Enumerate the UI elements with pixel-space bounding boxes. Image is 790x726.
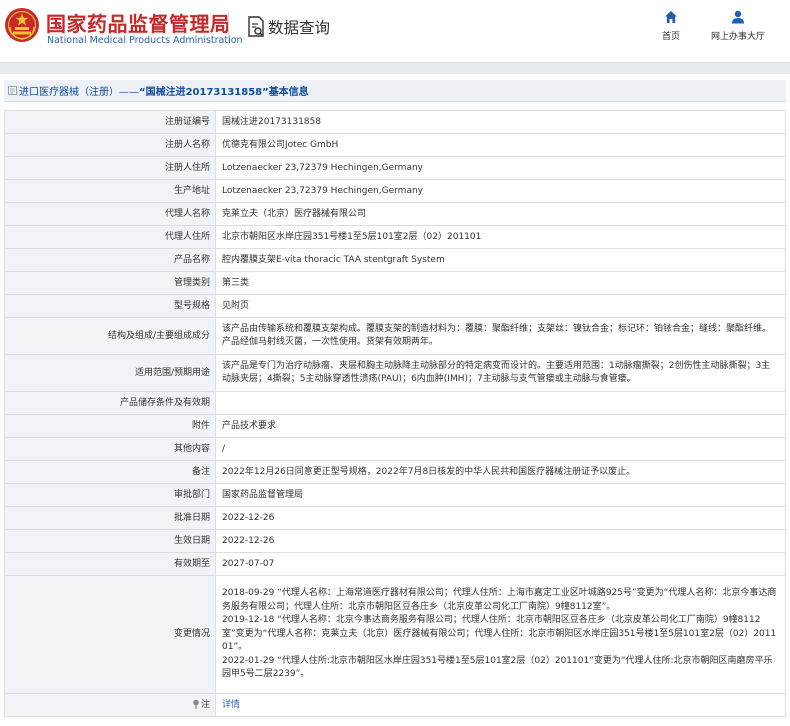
note-label: 注 — [200, 699, 210, 710]
row-value: 第三类 — [215, 271, 786, 295]
table-row: 其他内容 / — [4, 437, 786, 461]
table-row: 生产地址 Lotzenaecker 23,72379 Hechingen,Germ… — [4, 179, 786, 203]
note-label-cell: 注 — [4, 693, 216, 717]
row-value: 该产品由传输系统和覆膜支架构成。覆膜支架的制造材料为：覆膜：聚酯纤维；支架丝：镍… — [215, 317, 786, 355]
row-label: 其他内容 — [4, 437, 216, 461]
row-value: 该产品是专门为治疗动脉瘤、夹层和胸主动脉降主动脉部分的特定病变而设计的。主要适用… — [215, 354, 786, 392]
breadcrumb-text: 进口医疗器械（注册）——“国械注进20173131858”基本信息 — [19, 83, 309, 98]
nav-online-service[interactable]: 网上办事大厅 — [703, 10, 773, 42]
changes-value: 2018-09-29 “代理人名称：上海常道医疗器材有限公司；代理人住所：上海市… — [215, 575, 786, 694]
pin-icon — [193, 699, 199, 709]
table-row: 审批部门 国家药品监督管理局 — [4, 483, 786, 507]
row-label: 生效日期 — [4, 529, 216, 553]
table-row: 生效日期 2022-12-26 — [4, 529, 786, 553]
row-value — [215, 391, 786, 415]
detail-table: 注册证编号 国械注进20173131858 注册人名称 优德克有限公司Jotec G… — [4, 110, 786, 717]
table-row: 结构及组成/主要组成成分 该产品由传输系统和覆膜支架构成。覆膜支架的制造材料为：覆… — [4, 317, 786, 355]
row-label: 代理人住所 — [4, 225, 216, 249]
row-label: 产品储存条件及有效期 — [4, 391, 216, 415]
search-document-icon — [248, 16, 264, 37]
row-value: Lotzenaecker 23,72379 Hechingen,Germany — [215, 179, 786, 203]
table-row: 附件 产品技术要求 — [4, 414, 786, 438]
row-value: 优德克有限公司Jotec GmbH — [215, 133, 786, 157]
page-title: 数据查询 — [268, 19, 331, 37]
brand-name-cn: 国家药品监督管理局 — [46, 12, 231, 36]
change-entry: 2018-09-29 “代理人名称：上海常道医疗器材有限公司；代理人住所：上海市… — [222, 588, 777, 612]
table-row: 注册人住所 Lotzenaecker 23,72379 Hechingen,Ger… — [4, 156, 786, 180]
row-label: 代理人名称 — [4, 202, 216, 226]
row-value: 产品技术要求 — [215, 414, 786, 438]
row-value: / — [215, 437, 786, 461]
breadcrumb: 进口医疗器械（注册）——“国械注进20173131858”基本信息 — [4, 80, 786, 102]
emblem-logo — [5, 8, 39, 42]
nav-home-label: 首页 — [661, 32, 680, 42]
change-entry: 2022-01-29 “代理人住所:北京市朝阳区水岸庄园351号楼1至5层101… — [222, 655, 773, 680]
row-value: 2022年12月26日同意更正型号规格，2022年7月8日核发的中华人民共和国医… — [215, 460, 786, 484]
row-label: 审批部门 — [4, 483, 216, 507]
row-label: 结构及组成/主要组成成分 — [4, 317, 216, 355]
site-header: 国家药品监督管理局 National Medical Products Admi… — [0, 0, 790, 60]
row-label: 注册证编号 — [4, 110, 216, 134]
user-icon — [732, 10, 744, 24]
row-label: 生产地址 — [4, 179, 216, 203]
row-value: 见附页 — [215, 294, 786, 318]
row-label: 注册人名称 — [4, 133, 216, 157]
table-row: 管理类别 第三类 — [4, 271, 786, 295]
table-row-changes: 变更情况 2018-09-29 “代理人名称：上海常道医疗器材有限公司；代理人住… — [4, 575, 786, 694]
detail-link[interactable]: 详情 — [222, 700, 240, 710]
row-label: 注册人住所 — [4, 156, 216, 180]
row-value: 国家药品监督管理局 — [215, 483, 786, 507]
table-row: 注册证编号 国械注进20173131858 — [4, 110, 786, 134]
table-row: 适用范围/预期用途 该产品是专门为治疗动脉瘤、夹层和胸主动脉降主动脉部分的特定病变… — [4, 354, 786, 392]
row-label: 批准日期 — [4, 506, 216, 530]
row-label: 有效期至 — [4, 552, 216, 576]
table-row: 批准日期 2022-12-26 — [4, 506, 786, 530]
row-value: 2027-07-07 — [215, 552, 786, 576]
row-label: 适用范围/预期用途 — [4, 354, 216, 392]
nav-home[interactable]: 首页 — [656, 10, 686, 42]
header-band — [0, 62, 790, 74]
table-row: 备注 2022年12月26日同意更正型号规格，2022年7月8日核发的中华人民共和… — [4, 460, 786, 484]
document-icon — [8, 86, 17, 95]
breadcrumb-suffix: 基本信息 — [268, 87, 309, 98]
row-value: 2022-12-26 — [215, 529, 786, 553]
table-row: 产品储存条件及有效期 — [4, 391, 786, 415]
table-row: 代理人名称 克莱立夫（北京）医疗器械有限公司 — [4, 202, 786, 226]
nav-online-service-label: 网上办事大厅 — [710, 32, 765, 42]
breadcrumb-prefix: 进口医疗器械（注册）—— — [19, 87, 139, 98]
table-row: 代理人住所 北京市朝阳区水岸庄园351号楼1至5层101室2层（02）201101 — [4, 225, 786, 249]
breadcrumb-record: “国械注进20173131858” — [139, 87, 269, 98]
row-value: 克莱立夫（北京）医疗器械有限公司 — [215, 202, 786, 226]
row-value: Lotzenaecker 23,72379 Hechingen,Germany — [215, 156, 786, 180]
row-value: 国械注进20173131858 — [215, 110, 786, 134]
row-value: 北京市朝阳区水岸庄园351号楼1至5层101室2层（02）201101 — [215, 225, 786, 249]
table-row: 注册人名称 优德克有限公司Jotec GmbH — [4, 133, 786, 157]
row-label: 管理类别 — [4, 271, 216, 295]
row-label: 备注 — [4, 460, 216, 484]
table-row: 产品名称 腔内覆膜支架E-vita thoracic TAA stentgraft… — [4, 248, 786, 272]
header-divider — [228, 12, 229, 44]
note-value: 详情 — [215, 693, 786, 717]
change-entry: 2019-12-18 “代理人名称：北京今事达商务服务有限公司；代理人住所：北京… — [222, 615, 777, 653]
row-value: 2022-12-26 — [215, 506, 786, 530]
row-value: 腔内覆膜支架E-vita thoracic TAA stentgraft Sys… — [215, 248, 786, 272]
home-icon — [665, 11, 677, 23]
table-row-note: 注 详情 — [4, 693, 786, 717]
row-label: 变更情况 — [4, 575, 216, 694]
table-row: 型号规格 见附页 — [4, 294, 786, 318]
row-label: 附件 — [4, 414, 216, 438]
row-label: 产品名称 — [4, 248, 216, 272]
table-row: 有效期至 2027-07-07 — [4, 552, 786, 576]
brand-name-en: National Medical Products Administration — [47, 35, 243, 46]
row-label: 型号规格 — [4, 294, 216, 318]
